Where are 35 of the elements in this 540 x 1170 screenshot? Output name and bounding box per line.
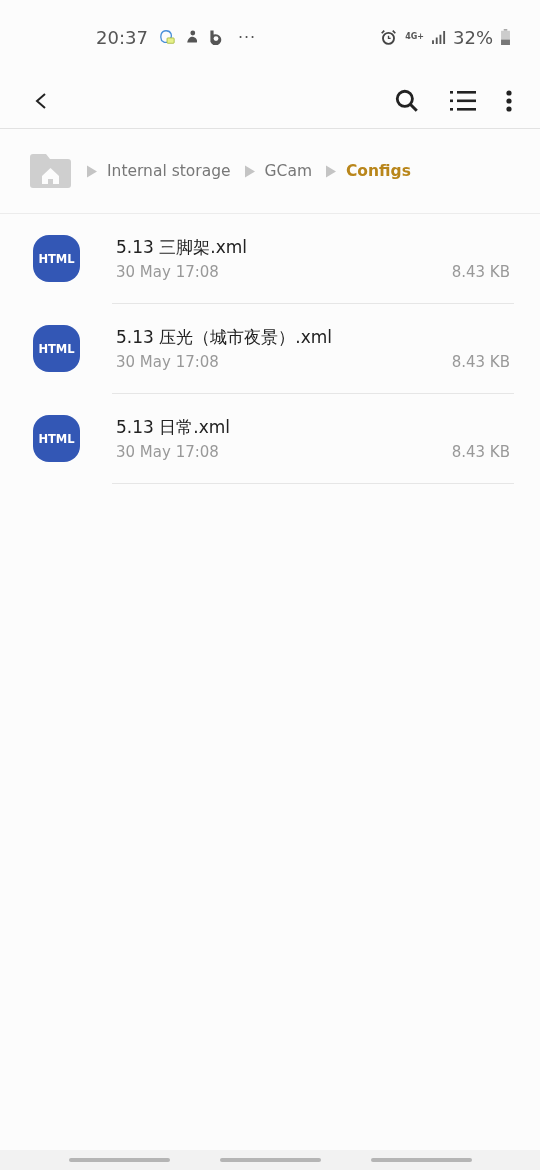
network-type: 4G+	[405, 33, 424, 41]
file-date: 30 May 17:08	[116, 263, 219, 281]
list-icon	[450, 90, 476, 112]
file-name: 5.13 日常.xml	[116, 416, 231, 439]
html-file-icon: HTML	[33, 415, 80, 462]
battery-icon	[501, 29, 510, 45]
alarm-icon	[380, 28, 398, 46]
file-date: 30 May 17:08	[116, 443, 219, 461]
more-icon	[506, 90, 512, 112]
nav-handle[interactable]	[219, 1158, 321, 1162]
search-icon	[394, 88, 420, 114]
html-file-icon: HTML	[33, 325, 80, 372]
file-date: 30 May 17:08	[116, 353, 219, 371]
status-time: 20:37	[96, 26, 148, 48]
file-row[interactable]: HTML 5.13 三脚架.xml 30 May 17:08 8.43 KB	[0, 214, 540, 304]
html-file-icon: HTML	[33, 235, 80, 282]
b-logo-icon	[207, 29, 224, 45]
file-name: 5.13 三脚架.xml	[116, 236, 248, 259]
chat-bubble-icon	[157, 28, 176, 46]
file-size: 8.43 KB	[451, 443, 510, 461]
chevron-icon	[326, 164, 336, 178]
nav-handle[interactable]	[370, 1158, 472, 1162]
signal-icon	[432, 30, 447, 44]
breadcrumb-item[interactable]: GCam	[264, 162, 316, 180]
file-row[interactable]: HTML 5.13 日常.xml 30 May 17:08 8.43 KB	[0, 394, 540, 484]
nav-handle[interactable]	[68, 1158, 170, 1162]
file-size: 8.43 KB	[451, 263, 510, 281]
chevron-icon	[87, 164, 97, 178]
breadcrumb-item[interactable]: Internal storage	[107, 162, 235, 180]
battery-percent: 32%	[453, 26, 493, 48]
file-size: 8.43 KB	[451, 353, 510, 371]
more-notifications: ···	[237, 27, 257, 47]
file-row[interactable]: HTML 5.13 压光（城市夜景）.xml 30 May 17:08 8.43 KB	[0, 304, 540, 394]
chevron-icon	[244, 164, 255, 178]
file-name: 5.13 压光（城市夜景）.xml	[116, 326, 333, 349]
